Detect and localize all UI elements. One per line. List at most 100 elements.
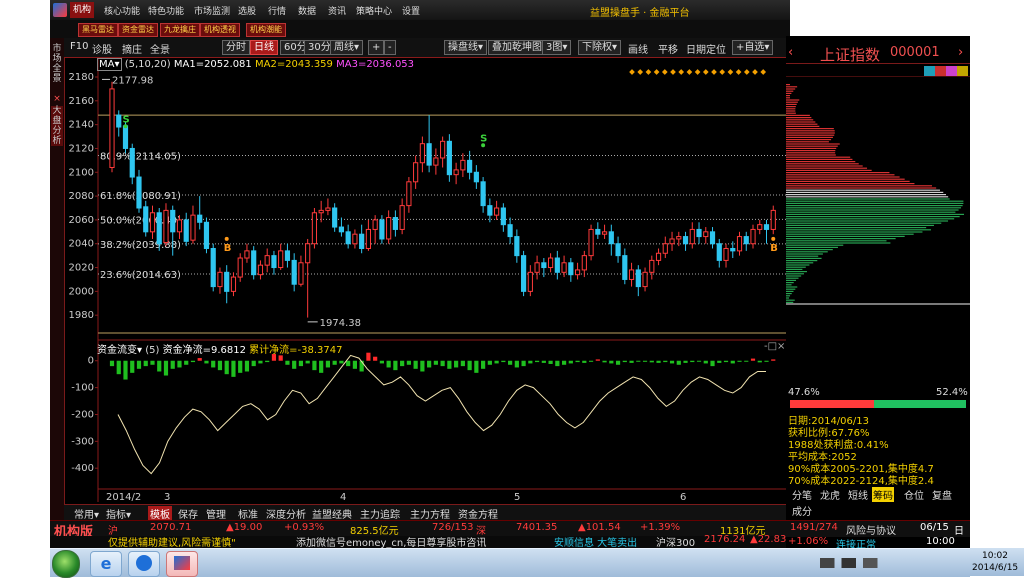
chip-bar-31 [786, 152, 836, 154]
bottom-tab-2[interactable]: 模板 [148, 506, 172, 521]
panel-tab-1[interactable]: 龙虎 [820, 487, 840, 502]
bottom-tab-7[interactable]: 益盟经典 [310, 506, 354, 521]
menu-item-7[interactable]: 资讯 [328, 4, 346, 17]
candle-body-89 [709, 231, 716, 245]
toolbar-tool-0[interactable]: 操盘线▾ [444, 40, 488, 55]
kline-chart[interactable]: 1980 2000 2020 2040 2060 2080 2100 2120 2140 2160… [64, 57, 790, 504]
feature-button-4[interactable]: 机构潮能 [246, 23, 286, 37]
diamond-marker-7 [686, 69, 693, 75]
feature-button-3[interactable]: 机构透视 [200, 23, 240, 37]
menu-item-0[interactable]: 机构 [70, 2, 95, 18]
chip-bar-54 [786, 202, 964, 204]
risk-agreement-link[interactable]: 风险与协议 [846, 522, 896, 537]
diamond-marker-5 [670, 69, 676, 75]
fund-pane-controls[interactable]: -□× [764, 341, 785, 352]
toolbar-item-0[interactable]: F10 [70, 41, 88, 52]
period-tab-1[interactable]: 日线 [250, 40, 278, 55]
flow-bar-71 [588, 360, 594, 362]
chip-distribution-chart[interactable] [786, 76, 970, 386]
ma1-value: MA1=2052.081 [173, 59, 252, 70]
toolbar-item-1[interactable]: 诊股 [92, 41, 112, 56]
flow-bar-32 [325, 360, 331, 368]
panel-back-icon[interactable]: ‹ [788, 45, 793, 60]
menu-item-4[interactable]: 选股 [238, 4, 256, 17]
candle-body-83 [669, 238, 675, 245]
ma-params: (5,10,20) [124, 59, 171, 70]
toolbar-item-2[interactable]: 摘庄 [122, 41, 142, 56]
chip-bar-87 [786, 275, 802, 277]
toolbar-tool-6[interactable]: 日期定位 [686, 41, 726, 56]
chip-bar-45 [786, 183, 915, 185]
media-player-taskbar-icon[interactable] [128, 551, 160, 577]
signal-marker-0: S [122, 114, 129, 125]
tab-market-analysis[interactable]: 大盘分析 [51, 106, 63, 146]
menu-item-5[interactable]: 行情 [268, 4, 286, 17]
tray-icons[interactable] [820, 558, 892, 568]
candle-body-63 [534, 262, 540, 273]
panel-tab-0[interactable]: 分笔 [792, 487, 812, 502]
panel-tool-icons[interactable] [924, 66, 968, 76]
zoom-in-button[interactable]: + [368, 40, 385, 55]
feature-button-2[interactable]: 九龙擒庄 [160, 23, 200, 37]
flow-bar-53 [467, 360, 472, 371]
candle-body-32 [325, 207, 331, 211]
trading-app-taskbar-icon[interactable] [166, 551, 198, 577]
app-logo-icon [53, 3, 67, 17]
tab-market-overview[interactable]: 市场全景 [51, 44, 63, 84]
browser-taskbar-icon[interactable]: e [90, 551, 122, 577]
trade-signal[interactable]: 安顺信息 大笔卖出 [554, 534, 637, 548]
toolbar-tool-4[interactable]: 画线 [628, 41, 648, 56]
bottom-tab-10[interactable]: 资金方程 [456, 506, 500, 521]
menu-item-8[interactable]: 策略中心 [356, 4, 392, 17]
panel-tab-4[interactable]: 仓位 [904, 487, 924, 502]
flow-bar-60 [514, 360, 519, 368]
bottom-tab-3[interactable]: 保存 [176, 506, 200, 521]
panel-tab-3[interactable]: 筹码 [872, 487, 894, 502]
bottom-tab-9[interactable]: 主力方程 [408, 506, 452, 521]
chip-bar-71 [786, 240, 887, 242]
panel-forward-icon[interactable]: › [958, 45, 963, 60]
candle-body-53 [467, 159, 473, 173]
bottom-tab-5[interactable]: 标准 [236, 506, 260, 521]
toolbar-tool-5[interactable]: 平移 [658, 41, 678, 56]
panel-tab-2[interactable]: 短线 [848, 487, 868, 502]
ma-indicator-selector[interactable]: MA▾ [97, 58, 122, 71]
fund-indicator-selector[interactable]: 资金流变▾ [97, 345, 142, 356]
menu-item-9[interactable]: 设置 [402, 4, 420, 17]
feature-button-1[interactable]: 资金雷达 [118, 23, 158, 37]
flow-bar-27 [292, 360, 297, 369]
chip-bar-84 [786, 268, 803, 270]
bottom-tab-4[interactable]: 管理 [204, 506, 228, 521]
wechat-notice[interactable]: 添加微信号emoney_cn,每日尊享股市咨讯 [296, 534, 486, 548]
zoom-out-button[interactable]: - [384, 40, 396, 55]
bottom-tab-0[interactable]: 常用▾ [72, 506, 101, 521]
start-button[interactable] [52, 550, 80, 578]
menu-item-6[interactable]: 数据 [298, 4, 316, 17]
candle-body-47 [426, 143, 432, 166]
constituents-tab[interactable]: 成分 [792, 503, 812, 518]
menu-item-1[interactable]: 核心功能 [104, 4, 140, 17]
feature-button-0[interactable]: 黑马雷达 [78, 23, 118, 37]
flow-tick-label-4: -400 [71, 463, 94, 474]
candle-body-54 [473, 171, 479, 183]
toolbar-tool-2[interactable]: 3图▾ [542, 40, 572, 55]
chip-bar-19 [786, 125, 820, 127]
chip-bar-93 [786, 288, 796, 290]
chip-bar-75 [786, 249, 833, 251]
panel-tab-5[interactable]: 复盘 [932, 487, 952, 502]
bottom-tab-1[interactable]: 指标▾ [104, 506, 133, 521]
taskbar-clock[interactable]: 10:02 2014/6/15 [970, 548, 1024, 576]
menu-item-2[interactable]: 特色功能 [148, 4, 184, 17]
toolbar-tool-7[interactable]: +自选▾ [732, 40, 774, 55]
toolbar-tool-3[interactable]: 下除权▾ [578, 40, 622, 55]
toolbar-item-3[interactable]: 全景 [150, 41, 170, 56]
menu-item-3[interactable]: 市场监测 [194, 4, 230, 17]
x-axis-label-3: 5 [514, 492, 520, 503]
bottom-tab-8[interactable]: 主力追踪 [358, 506, 402, 521]
period-tab-4[interactable]: 周线▾ [330, 40, 364, 55]
chip-bar-88 [786, 277, 799, 279]
flow-bar-38 [366, 352, 371, 361]
close-icon[interactable]: × [51, 94, 63, 104]
period-tab-0[interactable]: 分时 [222, 40, 250, 55]
bottom-tab-6[interactable]: 深度分析 [264, 506, 308, 521]
